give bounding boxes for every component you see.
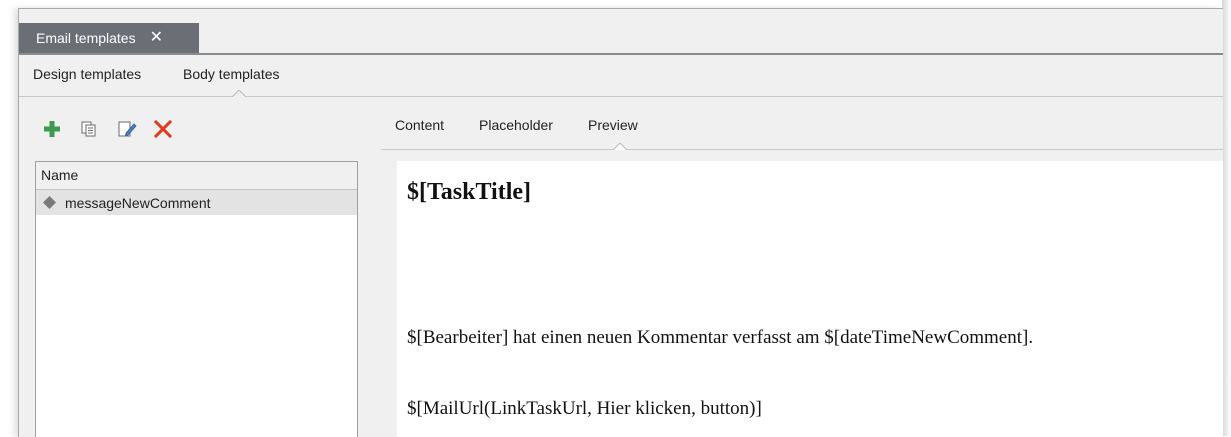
tab-design-templates[interactable]: Design templates — [33, 66, 141, 82]
template-type-tabs: Design templates Body templates — [19, 55, 1223, 97]
copy-icon[interactable] — [78, 118, 100, 140]
selected-tab-caret-icon — [232, 90, 246, 97]
tab-email-templates-label: Email templates — [36, 30, 136, 46]
list-item-label: messageNewComment — [65, 194, 211, 211]
close-icon[interactable]: ✕ — [150, 30, 163, 46]
tab-email-templates[interactable]: Email templates ✕ — [19, 23, 199, 53]
tab-placeholder[interactable]: Placeholder — [479, 117, 553, 133]
column-header-name[interactable]: Name — [36, 162, 357, 190]
diamond-icon — [43, 196, 56, 209]
window-shadow — [1222, 0, 1231, 436]
tab-preview[interactable]: Preview — [588, 117, 638, 133]
preview-title: $[TaskTitle] — [407, 179, 532, 205]
tab-content[interactable]: Content — [395, 117, 444, 133]
tab-body-templates[interactable]: Body templates — [183, 66, 280, 82]
plus-icon[interactable] — [41, 118, 63, 140]
preview-link-line: $[MailUrl(LinkTaskUrl, Hier klicken, but… — [407, 398, 762, 419]
edit-icon[interactable] — [116, 118, 138, 140]
template-toolbar — [19, 97, 381, 157]
email-templates-window: Email templates ✕ Design templates Body … — [18, 8, 1223, 437]
delete-icon[interactable] — [152, 118, 174, 140]
list-item[interactable]: messageNewComment — [36, 190, 357, 215]
selected-tab-caret-icon — [613, 143, 627, 150]
preview-pane: $[TaskTitle] $[Bearbeiter] hat einen neu… — [397, 161, 1223, 437]
document-tabstrip: Email templates ✕ — [19, 9, 1223, 55]
preview-body-line: $[Bearbeiter] hat einen neuen Kommentar … — [407, 327, 1034, 348]
content-tabs: Content Placeholder Preview — [381, 97, 1223, 150]
template-list: Name messageNewComment — [35, 161, 358, 437]
